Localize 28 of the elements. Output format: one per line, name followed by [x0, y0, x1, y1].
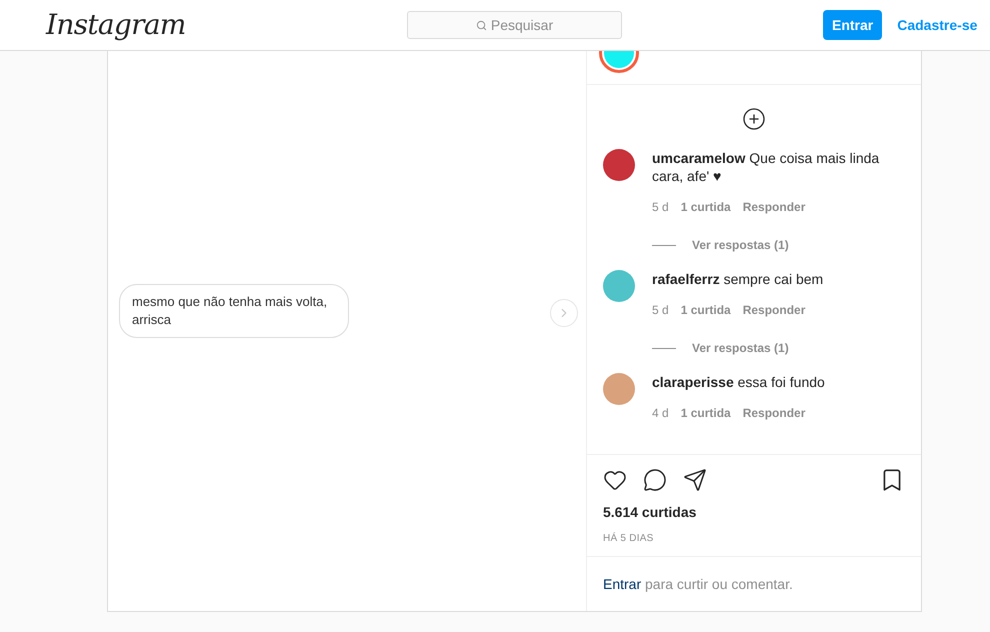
login-button[interactable]: Entrar [823, 10, 882, 40]
likes-link[interactable]: 1 curtida [680, 198, 731, 216]
login-link[interactable]: Entrar [603, 576, 642, 592]
like-icon[interactable] [603, 468, 627, 492]
search-icon [476, 20, 487, 30]
login-prompt: Entrar para curtir ou comentar. [603, 574, 793, 594]
share-icon[interactable] [683, 468, 707, 492]
message-bubble: mesmo que não tenha mais volta, arrisca [119, 284, 349, 338]
comment-icon[interactable] [643, 468, 667, 492]
view-replies-link[interactable]: Ver respostas (1) [692, 236, 789, 254]
comment-text: rafaelferrz sempre cai bem [652, 270, 824, 288]
likes-link[interactable]: 1 curtida [680, 301, 731, 319]
search-field[interactable]: Pesquisar [407, 11, 622, 39]
comment-age: 4 d [652, 405, 669, 422]
likes-count: 5.614 curtidas [603, 503, 698, 522]
comment-age: 5 d [652, 199, 669, 216]
view-replies-link[interactable]: Ver respostas (1) [692, 339, 789, 357]
post-date: HÁ 5 DIAS [603, 531, 655, 546]
comment-age: 5 d [652, 302, 669, 319]
signup-link[interactable]: Cadastre-se [897, 14, 978, 36]
reply-button[interactable]: Responder [742, 198, 806, 216]
logo[interactable]: Instagram [46, 4, 276, 46]
reply-button[interactable]: Responder [742, 404, 806, 422]
comment-text: claraperisse essa foi fundo [652, 373, 826, 391]
likes-link[interactable]: 1 curtida [680, 404, 731, 422]
load-more-icon[interactable] [742, 107, 766, 131]
comment-text: umcaramelow Que coisa mais linda cara, afe' ♥ [652, 149, 880, 185]
reply-button[interactable]: Responder [742, 301, 806, 319]
